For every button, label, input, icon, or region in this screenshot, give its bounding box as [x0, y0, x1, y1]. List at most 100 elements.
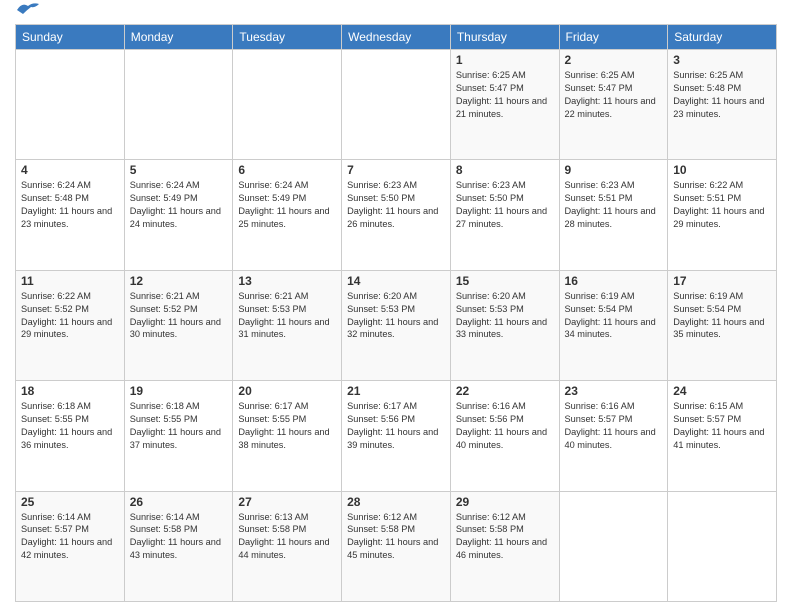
calendar-cell: [124, 50, 233, 160]
day-number: 1: [456, 53, 554, 67]
day-number: 7: [347, 163, 445, 177]
calendar-cell: 24 Sunrise: 6:15 AM Sunset: 5:57 PM Dayli…: [668, 381, 777, 491]
day-number: 22: [456, 384, 554, 398]
col-friday: Friday: [559, 25, 668, 50]
header: [15, 10, 777, 18]
calendar-cell: 22 Sunrise: 6:16 AM Sunset: 5:56 PM Dayli…: [450, 381, 559, 491]
day-info: Sunrise: 6:20 AM Sunset: 5:53 PM Dayligh…: [347, 290, 445, 342]
day-info: Sunrise: 6:21 AM Sunset: 5:53 PM Dayligh…: [238, 290, 336, 342]
day-number: 24: [673, 384, 771, 398]
calendar-week-row: 11Sunrise: 6:22 AM Sunset: 5:52 PM Dayli…: [16, 270, 777, 380]
calendar-week-row: 25 Sunrise: 6:14 AM Sunset: 5:57 PM Dayli…: [16, 491, 777, 601]
calendar-cell: 21Sunrise: 6:17 AM Sunset: 5:56 PM Dayli…: [342, 381, 451, 491]
day-number: 12: [130, 274, 228, 288]
day-info: Sunrise: 6:20 AM Sunset: 5:53 PM Dayligh…: [456, 290, 554, 342]
day-info: Sunrise: 6:14 AM Sunset: 5:57 PM Dayligh…: [21, 511, 119, 563]
day-info: Sunrise: 6:17 AM Sunset: 5:55 PM Dayligh…: [238, 400, 336, 452]
calendar-cell: 14 Sunrise: 6:20 AM Sunset: 5:53 PM Dayli…: [342, 270, 451, 380]
logo-bird-icon: [17, 2, 39, 18]
day-info: Sunrise: 6:12 AM Sunset: 5:58 PM Dayligh…: [456, 511, 554, 563]
calendar-header-row: Sunday Monday Tuesday Wednesday Thursday…: [16, 25, 777, 50]
col-thursday: Thursday: [450, 25, 559, 50]
col-tuesday: Tuesday: [233, 25, 342, 50]
calendar-week-row: 4 Sunrise: 6:24 AM Sunset: 5:48 PM Daylig…: [16, 160, 777, 270]
day-number: 28: [347, 495, 445, 509]
day-number: 26: [130, 495, 228, 509]
calendar-cell: 5 Sunrise: 6:24 AM Sunset: 5:49 PM Daylig…: [124, 160, 233, 270]
calendar-cell: 2 Sunrise: 6:25 AM Sunset: 5:47 PM Daylig…: [559, 50, 668, 160]
day-info: Sunrise: 6:22 AM Sunset: 5:52 PM Dayligh…: [21, 290, 119, 342]
calendar-cell: 6 Sunrise: 6:24 AM Sunset: 5:49 PM Daylig…: [233, 160, 342, 270]
calendar-cell: 26 Sunrise: 6:14 AM Sunset: 5:58 PM Dayli…: [124, 491, 233, 601]
day-info: Sunrise: 6:14 AM Sunset: 5:58 PM Dayligh…: [130, 511, 228, 563]
day-info: Sunrise: 6:24 AM Sunset: 5:49 PM Dayligh…: [130, 179, 228, 231]
day-number: 27: [238, 495, 336, 509]
day-info: Sunrise: 6:23 AM Sunset: 5:51 PM Dayligh…: [565, 179, 663, 231]
day-number: 19: [130, 384, 228, 398]
col-monday: Monday: [124, 25, 233, 50]
calendar-cell: 25 Sunrise: 6:14 AM Sunset: 5:57 PM Dayli…: [16, 491, 125, 601]
day-number: 15: [456, 274, 554, 288]
day-number: 18: [21, 384, 119, 398]
day-number: 29: [456, 495, 554, 509]
day-info: Sunrise: 6:23 AM Sunset: 5:50 PM Dayligh…: [456, 179, 554, 231]
day-info: Sunrise: 6:25 AM Sunset: 5:47 PM Dayligh…: [456, 69, 554, 121]
calendar-cell: [559, 491, 668, 601]
calendar-cell: 1 Sunrise: 6:25 AM Sunset: 5:47 PM Daylig…: [450, 50, 559, 160]
calendar-week-row: 1 Sunrise: 6:25 AM Sunset: 5:47 PM Daylig…: [16, 50, 777, 160]
day-number: 3: [673, 53, 771, 67]
day-number: 25: [21, 495, 119, 509]
calendar-week-row: 18 Sunrise: 6:18 AM Sunset: 5:55 PM Dayli…: [16, 381, 777, 491]
day-number: 13: [238, 274, 336, 288]
calendar-cell: 18 Sunrise: 6:18 AM Sunset: 5:55 PM Dayli…: [16, 381, 125, 491]
day-info: Sunrise: 6:16 AM Sunset: 5:57 PM Dayligh…: [565, 400, 663, 452]
page: Sunday Monday Tuesday Wednesday Thursday…: [0, 0, 792, 612]
day-info: Sunrise: 6:24 AM Sunset: 5:49 PM Dayligh…: [238, 179, 336, 231]
calendar-cell: 23Sunrise: 6:16 AM Sunset: 5:57 PM Dayli…: [559, 381, 668, 491]
day-info: Sunrise: 6:18 AM Sunset: 5:55 PM Dayligh…: [21, 400, 119, 452]
col-wednesday: Wednesday: [342, 25, 451, 50]
calendar-cell: 17Sunrise: 6:19 AM Sunset: 5:54 PM Dayli…: [668, 270, 777, 380]
calendar-cell: 13 Sunrise: 6:21 AM Sunset: 5:53 PM Dayli…: [233, 270, 342, 380]
day-number: 17: [673, 274, 771, 288]
day-number: 14: [347, 274, 445, 288]
day-info: Sunrise: 6:13 AM Sunset: 5:58 PM Dayligh…: [238, 511, 336, 563]
day-info: Sunrise: 6:25 AM Sunset: 5:48 PM Dayligh…: [673, 69, 771, 121]
day-number: 4: [21, 163, 119, 177]
day-number: 16: [565, 274, 663, 288]
calendar-cell: 9 Sunrise: 6:23 AM Sunset: 5:51 PM Daylig…: [559, 160, 668, 270]
day-number: 9: [565, 163, 663, 177]
calendar-cell: [668, 491, 777, 601]
calendar-cell: 29 Sunrise: 6:12 AM Sunset: 5:58 PM Dayli…: [450, 491, 559, 601]
day-number: 10: [673, 163, 771, 177]
calendar-cell: 27 Sunrise: 6:13 AM Sunset: 5:58 PM Dayli…: [233, 491, 342, 601]
calendar-cell: 28 Sunrise: 6:12 AM Sunset: 5:58 PM Dayli…: [342, 491, 451, 601]
logo: [15, 10, 39, 18]
day-number: 21: [347, 384, 445, 398]
calendar-cell: [16, 50, 125, 160]
day-info: Sunrise: 6:21 AM Sunset: 5:52 PM Dayligh…: [130, 290, 228, 342]
day-info: Sunrise: 6:25 AM Sunset: 5:47 PM Dayligh…: [565, 69, 663, 121]
calendar-cell: 8Sunrise: 6:23 AM Sunset: 5:50 PM Daylig…: [450, 160, 559, 270]
calendar-cell: 4 Sunrise: 6:24 AM Sunset: 5:48 PM Daylig…: [16, 160, 125, 270]
day-info: Sunrise: 6:16 AM Sunset: 5:56 PM Dayligh…: [456, 400, 554, 452]
day-info: Sunrise: 6:19 AM Sunset: 5:54 PM Dayligh…: [565, 290, 663, 342]
calendar-table: Sunday Monday Tuesday Wednesday Thursday…: [15, 24, 777, 602]
day-info: Sunrise: 6:24 AM Sunset: 5:48 PM Dayligh…: [21, 179, 119, 231]
day-info: Sunrise: 6:15 AM Sunset: 5:57 PM Dayligh…: [673, 400, 771, 452]
day-info: Sunrise: 6:22 AM Sunset: 5:51 PM Dayligh…: [673, 179, 771, 231]
day-number: 5: [130, 163, 228, 177]
calendar-cell: 10 Sunrise: 6:22 AM Sunset: 5:51 PM Dayli…: [668, 160, 777, 270]
calendar-cell: 20Sunrise: 6:17 AM Sunset: 5:55 PM Dayli…: [233, 381, 342, 491]
calendar-cell: 16 Sunrise: 6:19 AM Sunset: 5:54 PM Dayli…: [559, 270, 668, 380]
calendar-cell: 7 Sunrise: 6:23 AM Sunset: 5:50 PM Daylig…: [342, 160, 451, 270]
calendar-cell: [342, 50, 451, 160]
col-saturday: Saturday: [668, 25, 777, 50]
calendar-cell: 12 Sunrise: 6:21 AM Sunset: 5:52 PM Dayli…: [124, 270, 233, 380]
day-info: Sunrise: 6:23 AM Sunset: 5:50 PM Dayligh…: [347, 179, 445, 231]
day-info: Sunrise: 6:12 AM Sunset: 5:58 PM Dayligh…: [347, 511, 445, 563]
calendar-cell: 3 Sunrise: 6:25 AM Sunset: 5:48 PM Daylig…: [668, 50, 777, 160]
day-number: 2: [565, 53, 663, 67]
day-number: 6: [238, 163, 336, 177]
calendar-cell: [233, 50, 342, 160]
